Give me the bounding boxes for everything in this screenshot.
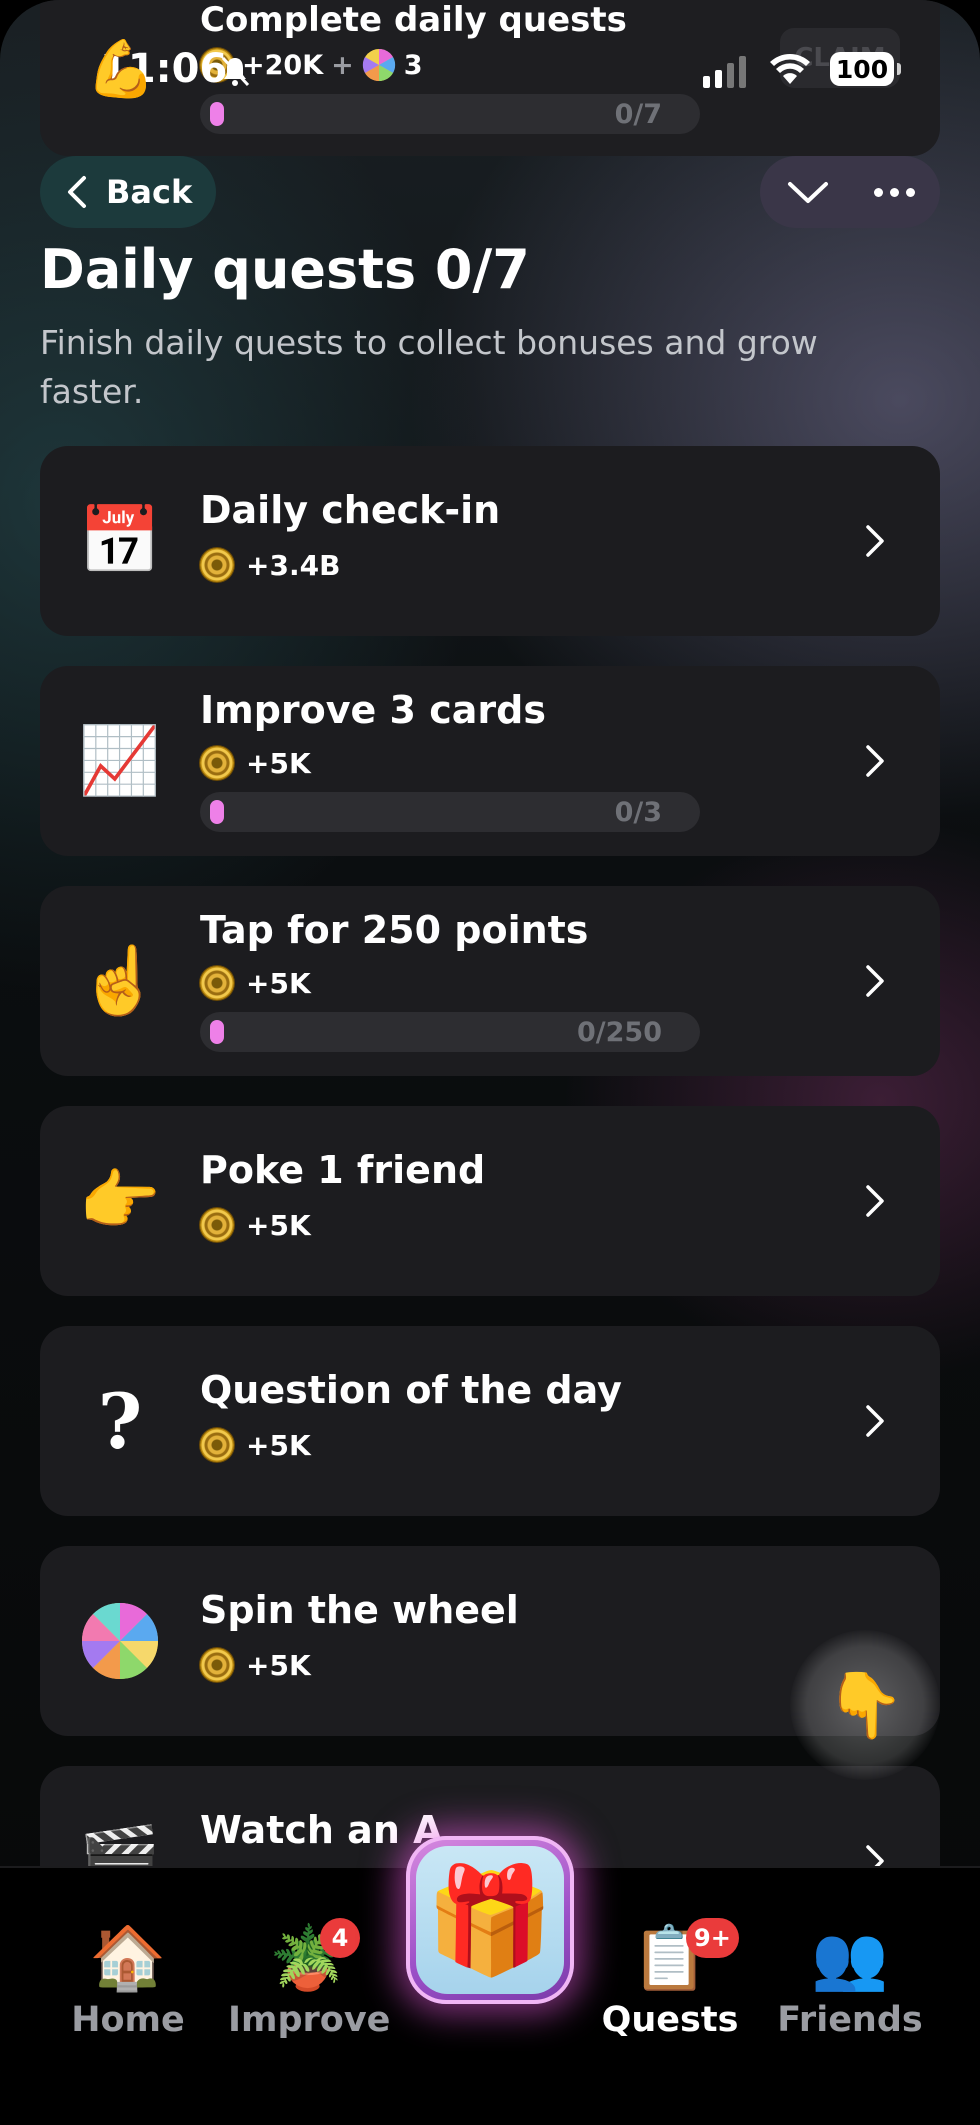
coin-icon [200, 1648, 234, 1682]
tab-home[interactable]: 🏠 Home [48, 1918, 208, 2040]
quest-question-of-the-day[interactable]: ? Question of the day +5K [40, 1326, 940, 1516]
quest-reward-value: +5K [246, 1648, 311, 1682]
quest-progress-text: 0/250 [576, 1017, 662, 1048]
progress-fill [210, 1020, 224, 1044]
quest-reward: +5K [200, 1208, 311, 1242]
quest-title: Poke 1 friend [200, 1148, 486, 1192]
chevron-right-icon [866, 1185, 884, 1217]
tab-label: Home [71, 2000, 185, 2040]
question-mark-icon: ? [97, 1376, 143, 1466]
tab-improve[interactable]: 🪴 4 Improve [228, 1918, 391, 2040]
quest-reward-value: +3.4B [246, 548, 341, 582]
coin-icon [200, 966, 234, 1000]
seedling-pot-icon: 🪴 4 [228, 1918, 388, 1998]
quest-scroll-icon: 📋 9+ [590, 1918, 750, 1998]
wifi-icon [770, 54, 810, 84]
quest-progress-bar: 0/250 [200, 1012, 700, 1052]
tap-hint-pointer-icon: 👇 [790, 1630, 940, 1780]
quest-title: Tap for 250 points [200, 908, 589, 952]
chevron-right-icon [866, 525, 884, 557]
screen: Complete daily quests +20K + 3 0/7 CLAIM… [0, 0, 980, 2125]
quest-title: Question of the day [200, 1368, 622, 1412]
battery-indicator: 100 [830, 52, 901, 86]
tab-label: Friends [777, 2000, 923, 2040]
quest-reward-value: +5K [246, 966, 311, 1000]
quest-reward: +5K [200, 1648, 311, 1682]
quest-title: Daily check-in [200, 488, 501, 532]
coin-icon [200, 1428, 234, 1462]
flexed-biceps-icon: 💪 [86, 37, 156, 102]
chevron-right-icon [866, 1405, 884, 1437]
page-title: Daily quests 0/7 [40, 238, 530, 301]
top-card-progress-text: 0/7 [614, 99, 662, 130]
pointing-right-icon: 👉 [78, 1162, 162, 1239]
quest-progress-bar: 0/3 [200, 792, 700, 832]
back-button[interactable]: Back [40, 156, 216, 228]
quest-title: Improve 3 cards [200, 688, 546, 732]
top-card-title: Complete daily quests [200, 0, 627, 40]
quest-reward: +5K [200, 746, 311, 780]
coin-icon [200, 746, 234, 780]
chevron-left-icon [68, 176, 86, 208]
chevron-right-icon [866, 745, 884, 777]
progress-fill [210, 102, 224, 126]
quest-daily-check-in[interactable]: 📅 Daily check-in +3.4B [40, 446, 940, 636]
quest-tap-250-points[interactable]: ☝️ Tap for 250 points +5K 0/250 [40, 886, 940, 1076]
mini-app-menu [760, 156, 940, 228]
quest-poke-friend[interactable]: 👉 Poke 1 friend +5K [40, 1106, 940, 1296]
chart-increasing-icon: 📈 [78, 722, 162, 799]
coin-icon [200, 548, 234, 582]
tab-label: Quests [601, 2000, 739, 2040]
back-label: Back [106, 173, 193, 211]
quests-badge: 9+ [686, 1918, 739, 1958]
quest-title: Spin the wheel [200, 1588, 519, 1632]
quest-reward: +5K [200, 1428, 311, 1462]
cellular-signal-icon [703, 52, 746, 88]
quest-reward-value: +5K [246, 1428, 311, 1462]
chevron-down-icon[interactable] [786, 176, 830, 208]
house-icon: 🏠 [89, 1921, 167, 1994]
wheel-icon [80, 1601, 160, 1681]
page-subtitle: Finish daily quests to collect bonuses a… [40, 323, 818, 411]
tab-label: Improve [228, 2000, 391, 2040]
quest-reward-value: +5K [246, 1208, 311, 1242]
more-options-icon[interactable] [874, 188, 915, 197]
quest-improve-3-cards[interactable]: 📈 Improve 3 cards +5K 0/3 [40, 666, 940, 856]
top-card-progress-bar: 0/7 [200, 94, 700, 134]
calendar-icon: 📅 [78, 502, 162, 579]
quest-reward-value: +5K [246, 746, 311, 780]
quest-title: Watch an A [200, 1808, 443, 1852]
bell-muted-icon [221, 56, 250, 87]
quest-reward: +5K [200, 966, 311, 1000]
quest-progress-text: 0/3 [614, 797, 662, 828]
quest-reward: +3.4B [200, 548, 340, 582]
tab-friends[interactable]: 👥 Friends [770, 1918, 930, 2040]
chevron-right-icon [866, 965, 884, 997]
index-pointing-up-icon: ☝️ [78, 942, 162, 1019]
improve-badge: 4 [320, 1918, 360, 1958]
gift-button[interactable]: 🎁 [406, 1836, 574, 2004]
tab-quests[interactable]: 📋 9+ Quests [590, 1918, 750, 2040]
friends-icon: 👥 [811, 1921, 889, 1994]
coin-icon [200, 1208, 234, 1242]
gift-icon: 🎁 [416, 1846, 564, 1994]
progress-fill [210, 800, 224, 824]
